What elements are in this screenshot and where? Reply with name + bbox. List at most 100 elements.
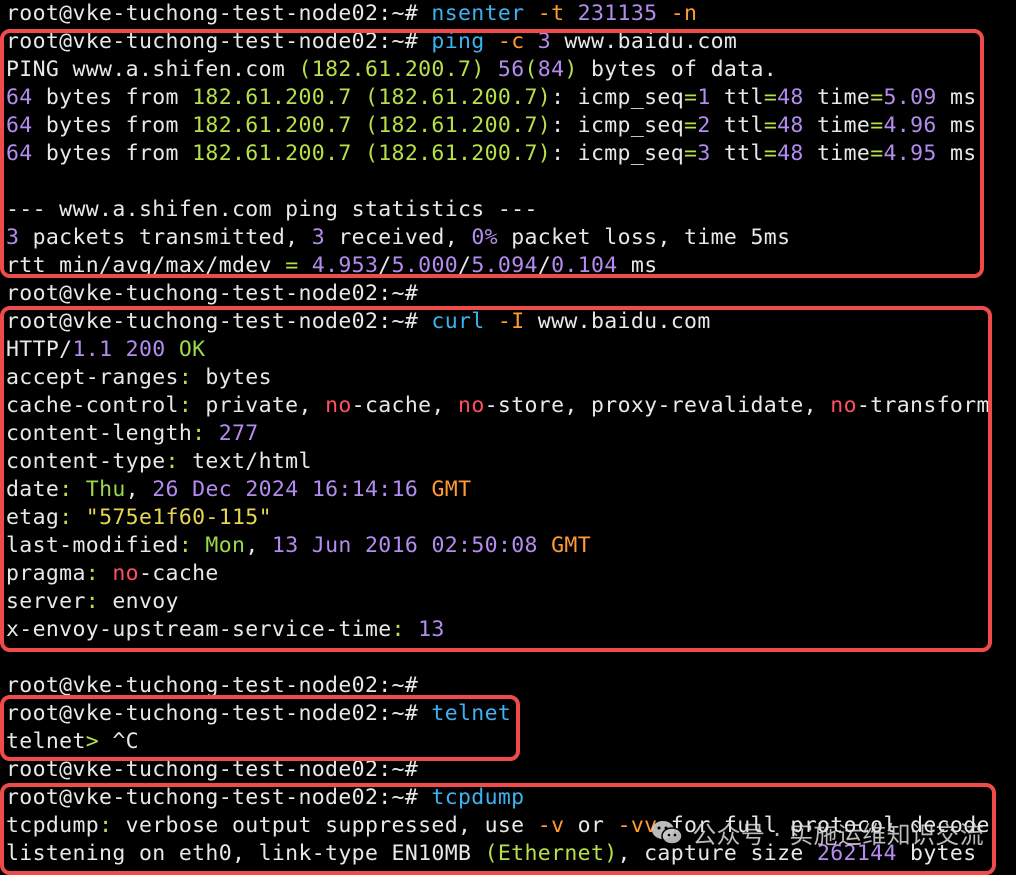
token-ip: :: [59, 505, 73, 530]
terminal-line: rtt min/avg/max/mdev = 4.953/5.000/5.094…: [6, 252, 658, 280]
token-ip: :: [85, 589, 100, 614]
token-ip: :: [178, 365, 193, 390]
token-text: content-length: [6, 421, 193, 446]
terminal-line: server: envoy: [6, 588, 179, 616]
token-ip: >: [85, 729, 100, 754]
token-text: /: [537, 253, 552, 278]
token-text: ms: [936, 141, 977, 166]
token-num: 26: [152, 477, 179, 502]
token-text: bytes from: [32, 141, 193, 166]
token-num: 13: [271, 533, 299, 558]
token-num: 3: [311, 225, 326, 250]
terminal-line: PING www.a.shifen.com (182.61.200.7) 56(…: [6, 56, 777, 84]
token-num: Dec: [192, 477, 233, 502]
token-text: x-envoy-upstream-service-time: [6, 617, 392, 642]
token-text: text/html: [178, 449, 312, 474]
token-ip: :: [85, 561, 100, 586]
token-num: 5.000: [391, 253, 459, 278]
terminal-line: content-length: 277: [6, 420, 259, 448]
terminal-line: last-modified: Mon, 13 Jun 2016 02:50:08…: [6, 532, 591, 560]
terminal-line: 64 bytes from 182.61.200.7 (182.61.200.7…: [6, 140, 977, 168]
token-text: /: [378, 253, 392, 278]
token-str: "575e1f60-115": [85, 505, 272, 530]
token-text: root@vke-tuchong-test-node02:~#: [6, 309, 432, 334]
terminal-line: 64 bytes from 182.61.200.7 (182.61.200.7…: [6, 84, 977, 112]
token-ip: ): [564, 57, 578, 82]
token-num: 200: [125, 337, 166, 362]
token-ip: =: [684, 113, 698, 138]
token-num: 5.09: [883, 85, 937, 110]
token-ip: =: [870, 85, 884, 110]
token-text: root@vke-tuchong-test-node02:~#: [6, 701, 432, 726]
token-text: date: [6, 477, 60, 502]
token-ok: Thu: [85, 477, 126, 502]
token-num: 0%: [471, 225, 498, 250]
token-text: time: [803, 113, 871, 138]
terminal-line: accept-ranges: bytes: [6, 364, 272, 392]
token-ip: (Ethernet): [484, 841, 618, 866]
terminal-line: root@vke-tuchong-test-node02:~#: [6, 756, 418, 784]
token-num: 48: [777, 113, 804, 138]
token-text: -cache: [138, 561, 219, 586]
token-text: pragma: [6, 561, 86, 586]
token-orange: GMT: [551, 533, 592, 558]
token-text: : icmp_seq: [551, 85, 685, 110]
terminal-line: HTTP/1.1 200 OK: [6, 336, 205, 364]
watermark: 公众号 · 实施运维知识交流: [650, 815, 984, 850]
token-text: received,: [325, 225, 472, 250]
terminal-line: --- www.a.shifen.com ping statistics ---: [6, 196, 538, 224]
token-text: : icmp_seq: [551, 141, 685, 166]
token-red: no: [325, 393, 352, 418]
token-text: ^C: [99, 729, 139, 754]
terminal-line: 3 packets transmitted, 3 received, 0% pa…: [6, 224, 790, 252]
token-cmd: curl: [431, 309, 485, 334]
token-num: 4.953: [311, 253, 379, 278]
wechat-icon: [652, 820, 683, 845]
token-text: www.baidu.com: [524, 309, 711, 334]
token-text: ms: [617, 253, 658, 278]
token-text: PING www.a.shifen.com: [6, 57, 299, 82]
token-ok: Mon: [205, 533, 246, 558]
token-text: time: [803, 141, 871, 166]
token-text: bytes: [192, 365, 272, 390]
terminal-line: telnet> ^C: [6, 728, 139, 756]
token-text: root@vke-tuchong-test-node02:~#: [6, 1, 432, 26]
token-ip: :: [178, 393, 193, 418]
token-text: packets transmitted,: [19, 225, 312, 250]
token-ip: =: [870, 141, 884, 166]
terminal-line: root@vke-tuchong-test-node02:~#: [6, 280, 418, 308]
terminal-line: x-envoy-upstream-service-time: 13: [6, 616, 445, 644]
token-text: packet loss, time 5ms: [497, 225, 791, 250]
token-text: envoy: [99, 589, 179, 614]
token-num: 3: [6, 225, 20, 250]
token-red: no: [112, 561, 139, 586]
token-num: 1: [697, 85, 711, 110]
token-orange: GMT: [431, 477, 472, 502]
watermark-text: 公众号 · 实施运维知识交流: [692, 821, 984, 849]
token-text: or: [564, 813, 618, 838]
terminal-line: cache-control: private, no-cache, no-sto…: [6, 392, 990, 420]
token-text: accept-ranges: [6, 365, 179, 390]
token-ip: =: [285, 253, 299, 278]
terminal-window[interactable]: root@vke-tuchong-test-node02:~# nsenter …: [0, 0, 1016, 875]
token-text: ,: [125, 477, 153, 502]
token-text: HTTP/: [6, 337, 73, 362]
token-opt: -I: [497, 309, 525, 334]
token-ip: :: [192, 421, 206, 446]
token-ip: (182.61.200.7): [364, 141, 552, 166]
token-num: 5.094: [471, 253, 538, 278]
token-num: 48: [777, 141, 804, 166]
token-text: tcpdump: [6, 813, 100, 838]
token-text: bytes of data.: [577, 57, 778, 82]
